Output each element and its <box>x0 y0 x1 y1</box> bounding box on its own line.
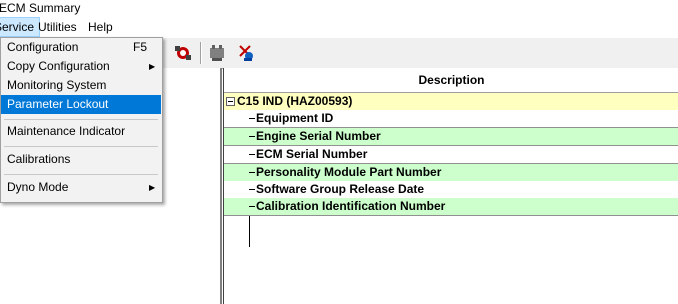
menu-item-shortcut: F5 <box>133 40 148 54</box>
menu-separator <box>4 174 158 175</box>
table-row[interactable]: Engine Serial Number <box>224 128 678 146</box>
submenu-arrow-icon: ▶ <box>149 62 156 71</box>
tree-branch-line <box>249 189 255 190</box>
menu-item-calibrations[interactable]: Calibrations <box>1 150 161 169</box>
tree-branch-line <box>249 136 255 137</box>
row-label: Equipment ID <box>256 111 334 125</box>
tree-root-label: C15 IND (HAZ00593) <box>237 94 353 108</box>
row-label: Personality Module Part Number <box>256 165 442 179</box>
menu-separator <box>4 119 158 120</box>
table-row[interactable]: Personality Module Part Number <box>224 164 678 182</box>
row-label: Calibration Identification Number <box>256 199 446 213</box>
transmit-icon[interactable] <box>206 42 228 64</box>
row-label: Software Group Release Date <box>256 182 425 196</box>
menu-separator <box>4 146 158 147</box>
menu-item-maintenance-indicator[interactable]: Maintenance Indicator <box>1 122 161 141</box>
menu-item-label: Monitoring System <box>7 78 107 92</box>
menu-item-label: Copy Configuration <box>7 59 110 73</box>
row-label: ECM Serial Number <box>256 147 368 161</box>
tree-root-row[interactable]: C15 IND (HAZ00593) <box>224 93 678 111</box>
menu-item-parameter-lockout[interactable]: Parameter Lockout <box>1 95 161 114</box>
tree-branch-line <box>249 118 255 119</box>
tree-branch-line <box>249 206 255 207</box>
menu-item-label: Configuration <box>7 40 79 54</box>
menu-item-label: Parameter Lockout <box>7 97 109 111</box>
row-label: Engine Serial Number <box>256 129 381 143</box>
menu-help[interactable]: Help <box>83 17 118 37</box>
window-title: ECM Summary <box>0 1 81 15</box>
ecm-settings-icon[interactable] <box>172 42 194 64</box>
tree-branch-line <box>249 154 255 155</box>
table-row[interactable]: Software Group Release Date <box>224 181 678 199</box>
menu-item-configuration[interactable]: Configuration F5 <box>1 38 161 57</box>
menu-bar: Service Utilities Help <box>0 17 678 38</box>
menu-item-label: Dyno Mode <box>7 180 69 194</box>
menu-item-label: Calibrations <box>7 152 71 166</box>
title-bar: ECM Summary <box>0 0 678 17</box>
column-header-label: Description <box>418 73 485 87</box>
summary-table: Description C15 IND (HAZ00593) Equipment… <box>223 68 678 304</box>
collapse-toggle-icon[interactable] <box>226 97 235 106</box>
menu-item-label: Maintenance Indicator <box>7 124 126 138</box>
description-column-header[interactable]: Description <box>224 68 678 93</box>
service-dropdown-menu: Configuration F5 Copy Configuration ▶ Mo… <box>0 37 163 203</box>
toolbar-separator <box>200 42 202 64</box>
submenu-arrow-icon: ▶ <box>149 183 156 192</box>
menu-item-copy-configuration[interactable]: Copy Configuration ▶ <box>1 57 161 76</box>
table-row[interactable]: ECM Serial Number <box>224 146 678 164</box>
satellite-icon[interactable] <box>236 42 258 64</box>
table-row[interactable]: Equipment ID <box>224 110 678 128</box>
table-row[interactable]: Calibration Identification Number <box>224 198 678 216</box>
menu-item-dyno-mode[interactable]: Dyno Mode ▶ <box>1 178 161 197</box>
tree-branch-line <box>249 172 255 173</box>
menu-utilities[interactable]: Utilities <box>33 17 82 37</box>
menu-item-monitoring-system[interactable]: Monitoring System <box>1 76 161 95</box>
